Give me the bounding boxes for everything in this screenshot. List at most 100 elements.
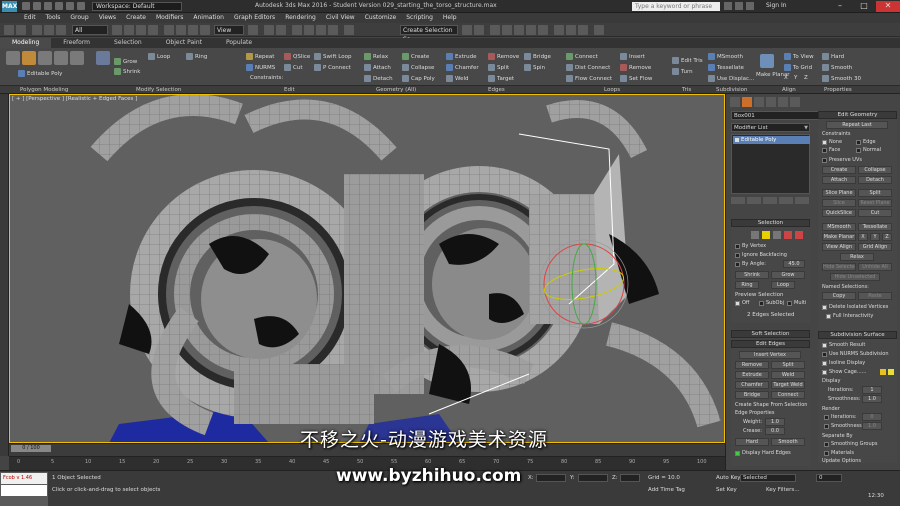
iterations-spinner[interactable]: 1 xyxy=(862,386,882,394)
insert-vertex-button[interactable]: Insert Vertex xyxy=(739,351,801,359)
create-button[interactable]: Create xyxy=(402,53,429,60)
ignore-backfacing-checkbox[interactable]: Ignore Backfacing xyxy=(735,252,787,258)
bridge-button[interactable]: Bridge xyxy=(524,53,551,60)
open-icon[interactable] xyxy=(33,2,41,10)
save-icon[interactable] xyxy=(44,2,52,10)
undo-icon[interactable] xyxy=(4,25,14,35)
rendered-frame-window-icon[interactable] xyxy=(566,25,576,35)
use-nurms-checkbox[interactable]: Use NURMS Subdivision xyxy=(822,351,889,357)
y-coordinate-field[interactable] xyxy=(578,474,608,482)
time-slider-handle[interactable]: 0 / 100 xyxy=(11,445,51,452)
tab-freeform[interactable]: Freeform xyxy=(51,38,102,48)
material-editor-icon[interactable] xyxy=(538,25,548,35)
redo-icon[interactable] xyxy=(66,2,74,10)
smooth-result-checkbox[interactable]: Smooth Result xyxy=(822,342,865,348)
full-interactivity-checkbox[interactable]: Full Interactivity xyxy=(826,313,873,319)
star-icon[interactable] xyxy=(735,2,743,10)
delete-isolated-checkbox[interactable]: Delete Isolated Vertices xyxy=(822,304,888,310)
hide-unselected-button[interactable]: Hide Unselected xyxy=(830,273,880,281)
cage-color-swatch[interactable] xyxy=(880,369,886,375)
split-button[interactable]: Split xyxy=(488,64,509,71)
edge-weld-panel-button[interactable]: Weld xyxy=(771,371,805,379)
render-production-icon[interactable] xyxy=(578,25,588,35)
loop-remove-button[interactable]: Remove xyxy=(620,64,651,71)
group-tris[interactable]: Tris xyxy=(682,86,691,94)
link-icon[interactable] xyxy=(32,25,42,35)
geo-z-button[interactable]: Z xyxy=(882,233,892,241)
target-button[interactable]: Target xyxy=(488,75,514,82)
grow-button[interactable]: Grow xyxy=(114,58,137,65)
menu-create[interactable]: Create xyxy=(126,13,146,23)
loop-button[interactable]: Loop xyxy=(148,53,170,60)
geo-tessellate-button[interactable]: Tessellate xyxy=(858,223,892,231)
group-edges[interactable]: Edges xyxy=(488,86,505,94)
tab-object-paint[interactable]: Object Paint xyxy=(154,38,214,48)
view-align-button[interactable]: View Align xyxy=(822,243,856,251)
named-selection-sets-dropdown[interactable]: Create Selection Se xyxy=(400,25,458,43)
relax-button[interactable]: Relax xyxy=(364,53,388,60)
schematic-view-icon[interactable] xyxy=(526,25,536,35)
viewport-label[interactable]: [ + ] [Perspective ] [Realistic + Edged … xyxy=(12,96,137,102)
selection-grow-button[interactable]: Grow xyxy=(771,271,805,279)
element-icon[interactable] xyxy=(795,231,803,239)
menu-rendering[interactable]: Rendering xyxy=(285,13,316,23)
cap-poly-button[interactable]: Cap Poly xyxy=(402,75,435,82)
edge-remove-panel-button[interactable]: Remove xyxy=(735,361,769,369)
modifier-list-dropdown[interactable]: Modifier List ▼ xyxy=(731,123,810,132)
display-hard-edges-checkbox[interactable]: Display Hard Edges xyxy=(735,450,791,456)
rotate-icon[interactable] xyxy=(176,25,186,35)
reference-coordinate-dropdown[interactable]: View xyxy=(214,25,244,35)
qslice-button[interactable]: QSlice xyxy=(284,53,310,60)
editable-poly-label[interactable]: Editable Poly xyxy=(18,70,62,77)
binoculars-icon[interactable] xyxy=(724,2,732,10)
motion-tab-icon[interactable] xyxy=(766,97,776,107)
attach-button[interactable]: Attach xyxy=(364,64,391,71)
hard-button[interactable]: Hard xyxy=(822,53,844,60)
spinner-snap-icon[interactable] xyxy=(328,25,338,35)
edit-edges-header[interactable]: Edit Edges xyxy=(731,340,810,348)
geo-collapse-button[interactable]: Collapse xyxy=(858,166,892,174)
polygon-icon[interactable] xyxy=(784,231,792,239)
slice-plane-button[interactable]: Slice Plane xyxy=(822,189,856,197)
use-displace-button[interactable]: Use Displac... xyxy=(708,75,754,82)
edit-geometry-header[interactable]: Edit Geometry xyxy=(818,111,897,119)
geo-split-button[interactable]: Split xyxy=(858,189,892,197)
keyboard-shortcut-icon[interactable] xyxy=(276,25,286,35)
geo-attach-button[interactable]: Attach xyxy=(822,176,856,184)
menu-edit[interactable]: Edit xyxy=(24,13,36,23)
sign-in-link[interactable]: Sign In xyxy=(766,2,787,9)
geo-cut-button[interactable]: Cut xyxy=(858,209,892,217)
snaps-toggle-icon[interactable] xyxy=(292,25,302,35)
rectangular-selection-icon[interactable] xyxy=(136,25,146,35)
selection-rollout-header[interactable]: Selection xyxy=(731,219,810,227)
geo-relax-button[interactable]: Relax xyxy=(840,253,874,261)
named-paste-button[interactable]: Paste xyxy=(858,292,892,300)
set-flow-button[interactable]: Set Flow xyxy=(620,75,652,82)
vertex-icon[interactable] xyxy=(751,231,759,239)
maxscript-output[interactable]: Fcob v 1.46 xyxy=(1,473,47,484)
connect-button[interactable]: Connect xyxy=(566,53,598,60)
new-icon[interactable] xyxy=(22,2,30,10)
edit-tris-button[interactable]: Edit Tris xyxy=(672,57,703,64)
project-icon[interactable] xyxy=(77,2,85,10)
chamfer-button[interactable]: Chamfer xyxy=(446,64,479,71)
perspective-viewport[interactable]: [ + ] [Perspective ] [Realistic + Edged … xyxy=(9,94,725,443)
msmooth-button[interactable]: MSmooth xyxy=(708,53,743,60)
selection-ring-button[interactable]: Ring xyxy=(735,281,759,289)
group-loops[interactable]: Loops xyxy=(604,86,620,94)
show-end-result-icon[interactable] xyxy=(747,197,761,204)
tab-modeling[interactable]: Modeling xyxy=(0,38,52,48)
edge-hard-button[interactable]: Hard xyxy=(735,438,769,446)
mirror-icon[interactable] xyxy=(462,25,472,35)
materials-checkbox[interactable]: Materials xyxy=(824,450,854,456)
menu-civil-view[interactable]: Civil View xyxy=(326,13,355,23)
shrink-button[interactable]: Shrink xyxy=(114,68,140,75)
constraint-edge-radio[interactable]: Edge xyxy=(856,139,876,145)
smoothness-spinner[interactable]: 1.0 xyxy=(862,395,882,403)
menu-animation[interactable]: Animation xyxy=(193,13,224,23)
group-subdivision[interactable]: Subdivision xyxy=(716,86,748,94)
cut-button[interactable]: Cut xyxy=(284,64,302,71)
toggle-ribbon-icon[interactable] xyxy=(502,25,512,35)
x-coordinate-field[interactable] xyxy=(536,474,566,482)
render-iterations-spinner[interactable]: 0 xyxy=(862,413,882,421)
